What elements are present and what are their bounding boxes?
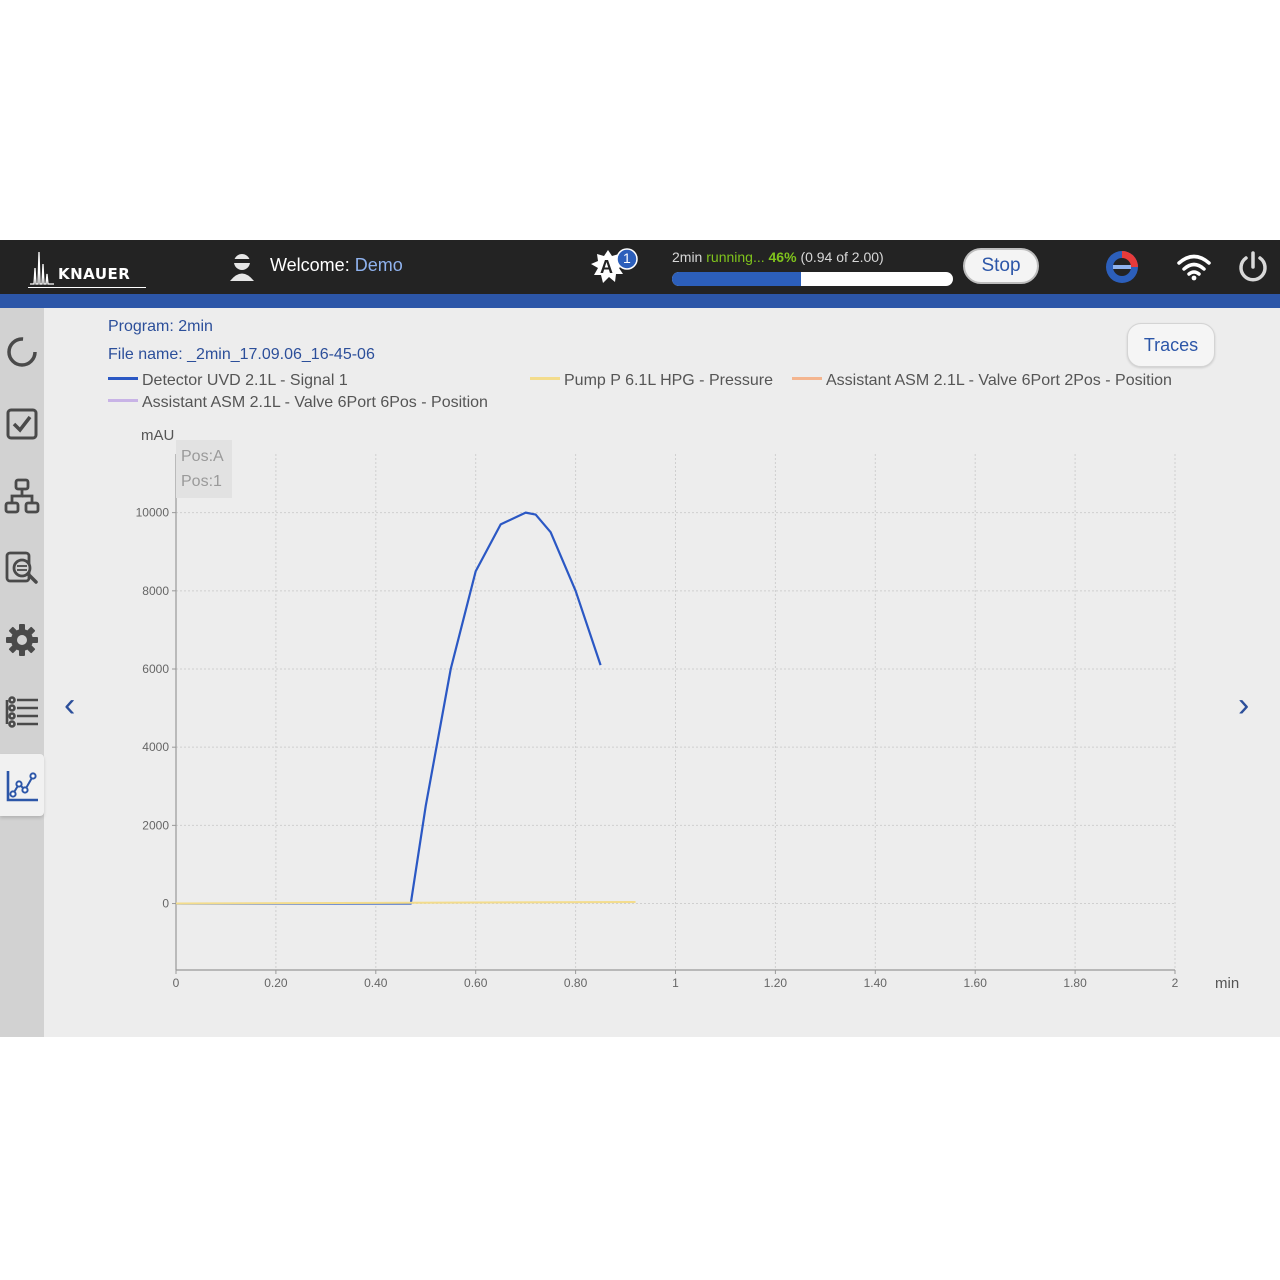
network-status-icon[interactable] — [1104, 249, 1140, 285]
logo-underline — [28, 287, 146, 288]
brand-name: KNAUER — [58, 265, 131, 283]
x-tick-label: 1.20 — [764, 976, 788, 990]
sidebar-item-list[interactable] — [0, 684, 44, 740]
chromatogram-logo-icon — [30, 251, 54, 285]
knauer-logo: KNAUER — [28, 246, 158, 290]
y-tick-label: 4000 — [142, 740, 169, 754]
run-percent: 46% — [768, 249, 797, 265]
list-icon — [5, 696, 38, 728]
x-tick-label: 0.80 — [564, 976, 588, 990]
run-state: running... — [706, 249, 765, 265]
y-tick-label: 8000 — [142, 584, 169, 598]
alert-count: 1 — [623, 250, 631, 266]
user-icon — [230, 254, 254, 281]
x-tick-label: 0.20 — [264, 976, 288, 990]
series-line-1 — [175, 900, 636, 905]
position-label: Pos:A — [181, 448, 224, 465]
gear-icon — [6, 624, 38, 656]
run-detail: (0.94 of 2.00) — [800, 249, 884, 265]
x-tick-label: 0.60 — [464, 976, 488, 990]
y-tick-label: 2000 — [142, 818, 169, 832]
alert-icon[interactable]: A 1 — [588, 246, 644, 290]
alert-letter: A — [600, 257, 613, 277]
sidebar-item-settings[interactable] — [0, 612, 44, 668]
welcome-label: Welcome: — [270, 255, 350, 275]
main-content: Program: 2min File name: _2min_17.09.06_… — [44, 308, 1280, 1037]
y-tick-label: 10000 — [136, 506, 170, 520]
sidebar-item-flow[interactable] — [0, 468, 44, 524]
run-program: 2min — [672, 249, 703, 265]
user-name[interactable]: Demo — [355, 255, 403, 275]
chromatogram-chart: 0 0.20 0.40 0.60 0.80 1 1.20 1.40 1.60 1.80 2 0 2000… — [136, 427, 1240, 992]
welcome-text: Welcome: Demo — [270, 255, 403, 276]
x-tick-label: 2 — [1172, 976, 1179, 990]
chart-icon — [6, 771, 38, 802]
sidebar-item-status[interactable] — [0, 324, 44, 380]
x-axis-label: min — [1215, 975, 1239, 992]
stop-button[interactable]: Stop — [963, 248, 1039, 284]
status-icon — [7, 337, 37, 367]
series-line-0 — [176, 511, 602, 905]
header-accent-strip — [0, 294, 1280, 308]
sidebar — [0, 308, 44, 1037]
run-progress-bar — [672, 272, 953, 286]
x-tick-label: 1.60 — [964, 976, 988, 990]
y-axis-label: mAU — [141, 427, 174, 444]
wifi-icon[interactable] — [1176, 252, 1212, 282]
run-progress-fill — [672, 272, 802, 286]
y-tick-label: 6000 — [142, 662, 169, 676]
x-tick-label: 1.80 — [1063, 976, 1087, 990]
sidebar-item-data[interactable] — [0, 540, 44, 596]
checklist-icon — [6, 408, 38, 440]
x-tick-label: 0 — [173, 976, 180, 990]
x-tick-label: 0.40 — [364, 976, 388, 990]
x-tick-label: 1.40 — [864, 976, 888, 990]
data-search-icon — [5, 551, 38, 584]
top-bar: KNAUER Welcome: Demo A 1 2min running...… — [0, 240, 1280, 294]
position-label: Pos:1 — [181, 473, 222, 490]
app-window: KNAUER Welcome: Demo A 1 2min running...… — [0, 240, 1280, 1037]
flow-diagram-icon — [4, 478, 40, 514]
power-icon[interactable] — [1236, 250, 1270, 284]
alert-badge-icon — [591, 248, 638, 283]
run-status: 2min running... 46% (0.94 of 2.00) — [672, 249, 884, 265]
sidebar-item-chart[interactable] — [0, 754, 44, 816]
sidebar-item-checklist[interactable] — [0, 396, 44, 452]
x-tick-label: 1 — [672, 976, 679, 990]
y-tick-label: 0 — [162, 897, 169, 911]
